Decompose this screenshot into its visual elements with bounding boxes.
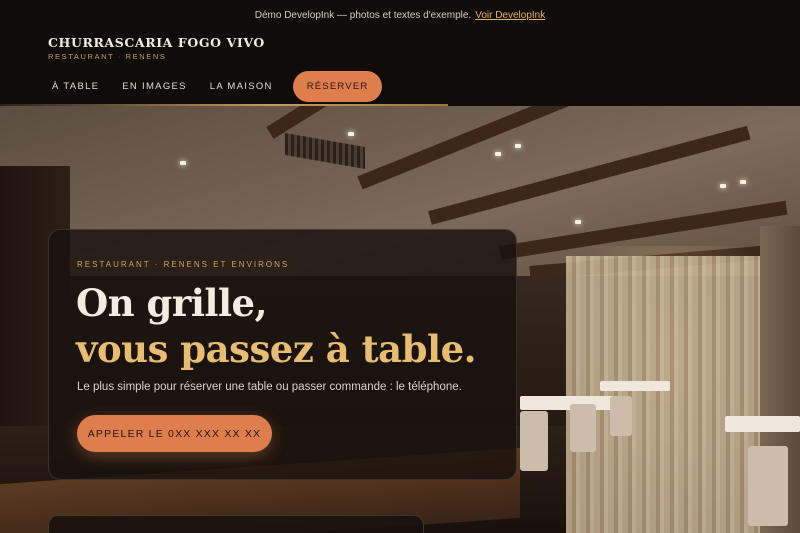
chair: [748, 446, 788, 526]
dining-table: [725, 416, 800, 432]
reserve-button[interactable]: RÉSERVER: [292, 71, 383, 102]
nav-item-en-images[interactable]: EN IMAGES: [122, 81, 187, 92]
brand-tagline: RESTAURANT · RENENS: [48, 52, 167, 61]
nav-item-a-table[interactable]: À TABLE: [52, 81, 99, 92]
ceiling-light: [348, 132, 354, 136]
ceiling-light: [495, 152, 501, 156]
nav-item-la-maison[interactable]: LA MAISON: [210, 81, 273, 92]
ceiling-light: [575, 220, 581, 224]
brand-name[interactable]: CHURRASCARIA FOGO VIVO: [48, 35, 265, 50]
hero-card: RESTAURANT · RENENS ET ENVIRONS On grill…: [48, 229, 517, 480]
main-nav: À TABLE EN IMAGES LA MAISON RÉSERVER: [48, 71, 383, 102]
hero-eyebrow: RESTAURANT · RENENS ET ENVIRONS: [77, 260, 290, 269]
site-header: CHURRASCARIA FOGO VIVO RESTAURANT · RENE…: [0, 30, 800, 106]
next-section-card: [48, 515, 424, 533]
chair: [610, 396, 632, 436]
ceiling-light: [720, 184, 726, 188]
ceiling-light: [740, 180, 746, 184]
hero-lede: Le plus simple pour réserver une table o…: [77, 381, 462, 393]
curtain: [566, 256, 766, 533]
chair: [570, 404, 596, 452]
demo-banner-link[interactable]: Voir DevelopInk: [475, 10, 545, 21]
headline-line-1: On grille,: [76, 281, 267, 325]
headline-line-2: vous passez à table.: [76, 327, 477, 371]
demo-banner: Démo DevelopInk — photos et textes d'exe…: [0, 0, 800, 30]
call-button[interactable]: APPELER LE 0XX XXX XX XX: [77, 415, 272, 452]
ceiling-light: [180, 161, 186, 165]
chair: [520, 411, 548, 471]
demo-banner-text: Démo DevelopInk — photos et textes d'exe…: [254, 9, 472, 21]
hero-headline: On grille, vous passez à table.: [76, 280, 477, 372]
ceiling-light: [515, 144, 521, 148]
dining-table: [600, 381, 670, 391]
